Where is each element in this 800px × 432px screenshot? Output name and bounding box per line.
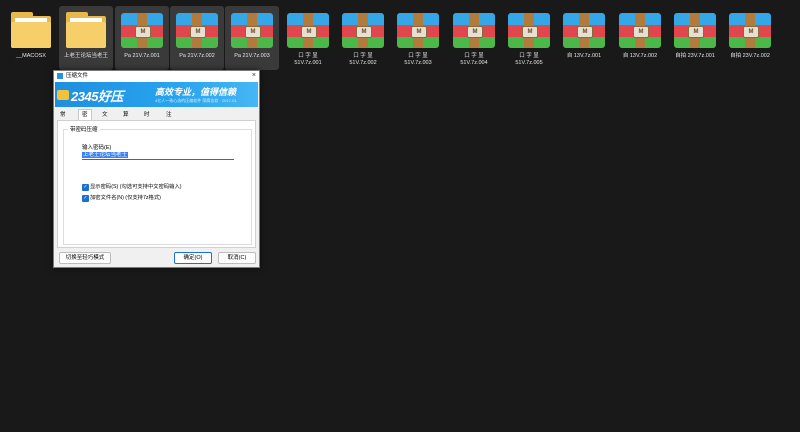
desktop-archive-file[interactable]: M口 字 显 51V.7z.002 [336,6,390,70]
archive-icon: M [175,10,219,50]
archive-icon: M [728,10,772,50]
tab-2[interactable]: 文件 [99,110,111,128]
desktop-archive-file[interactable]: M 自拍 23V.7z.001 [668,6,722,70]
password-value: 上老王论坛当老王 [82,152,129,158]
checkbox-label: 显示密码(S) (勾选可支持中文密码输入) [90,184,182,190]
archive-icon: M [673,10,717,50]
desktop-archive-file[interactable]: M Pa 21V.7z.003 [225,6,279,70]
file-name: 自拍 23V.7z.002 [730,53,770,59]
tab-3[interactable]: 算法 [120,110,132,128]
checkbox-check-icon: ✓ [82,195,89,202]
brand-subtitle: 4亿人一致心选的压缩软件 荣膺佳软 · 2017-01 [155,98,237,103]
archive-icon: M [507,10,551,50]
archive-icon: M [396,10,440,50]
encrypt-filenames-checkbox[interactable]: ✓ 加密文件名(N) (仅支持7z格式) [82,194,242,202]
desktop-archive-file[interactable]: M口 字 显 51V.7z.003 [391,6,445,70]
archive-icon: M [230,10,274,50]
checkbox-label: 加密文件名(N) (仅支持7z格式) [90,195,161,201]
ok-button[interactable]: 确定(O) [174,252,212,264]
show-password-checkbox[interactable]: ✓ 显示密码(S) (勾选可支持中文密码输入) [82,183,242,191]
password-label: 输入密码(E) [82,145,112,151]
tab-4[interactable]: 时间 [141,110,153,128]
compress-dialog: 压缩文件 × 2345好压 高效专业，值得信赖 4亿人一致心选的压缩软件 荣膺佳… [53,70,260,268]
dialog-titlebar[interactable]: 压缩文件 × [54,71,259,82]
brand-slogan: 高效专业，值得信赖 [155,87,237,97]
folder-icon [64,10,108,50]
desktop-archive-file[interactable]: M Pa 21V.7z.002 [170,6,224,70]
archive-icon: M [452,10,496,50]
password-panel: 带密码压缩 输入密码(E) 上老王论坛当老王 ✓ 显示密码(S) (勾选可支持中… [57,120,256,248]
close-icon[interactable]: × [252,71,256,81]
desktop-archive-file[interactable]: M口 字 显 51V.7z.004 [447,6,501,70]
archive-icon: M [286,10,330,50]
folder-icon [9,10,53,50]
desktop-archive-file[interactable]: M自 13V.7z.001 [557,6,611,70]
desktop-archive-file[interactable]: M 自拍 23V.7z.002 [723,6,777,70]
group-title: 带密码压缩 [68,125,100,133]
desktop-archive-file[interactable]: M口 字 显 51V.7z.001 [281,6,335,70]
desktop-folder[interactable]: 上老王论坛当老王 [59,6,113,70]
tab-5[interactable]: 注释 [163,110,175,128]
archive-icon: M [562,10,606,50]
checkbox-check-icon: ✓ [82,184,89,191]
archive-logo-icon [57,90,69,100]
desktop-folder[interactable]: __MACOSX [4,6,58,70]
tab-0[interactable]: 常规 [57,110,69,128]
dialog-title: 压缩文件 [66,73,89,79]
desktop-archive-file[interactable]: M Pa 21V.7z.001 [115,6,169,70]
brand-logo: 2345好压 [71,89,123,104]
archive-icon: M [618,10,662,50]
cancel-button[interactable]: 取消(C) [218,252,256,264]
simple-mode-button[interactable]: 切换至轻巧模式 [59,252,111,264]
archive-icon: M [120,10,164,50]
desktop-archive-file[interactable]: M口 字 显 51V.7z.005 [502,6,556,70]
desktop-archive-file[interactable]: M自 13V.7z.002 [613,6,667,70]
password-input[interactable]: 上老王论坛当老王 [82,151,234,160]
brand-banner: 2345好压 高效专业，值得信赖 4亿人一致心选的压缩软件 荣膺佳软 · 201… [55,82,258,107]
app-icon [57,73,63,79]
archive-icon: M [341,10,385,50]
